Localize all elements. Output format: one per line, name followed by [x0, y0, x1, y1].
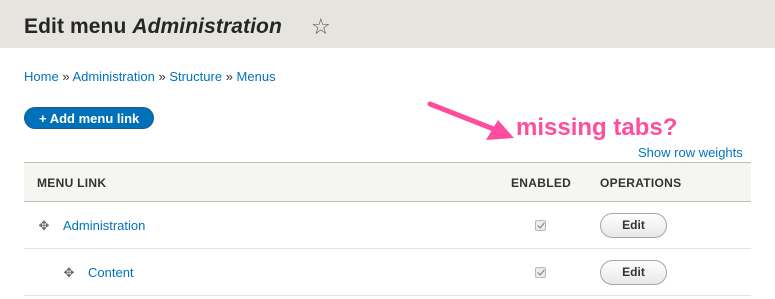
breadcrumb-separator: »: [225, 69, 233, 84]
page-title: Edit menu Administration: [24, 15, 282, 39]
enabled-checkbox[interactable]: [535, 220, 546, 231]
breadcrumb-menus[interactable]: Menus: [237, 69, 276, 84]
menu-link-administration[interactable]: Administration: [63, 218, 145, 233]
annotation-arrow-icon: [427, 101, 514, 140]
page-title-prefix: Edit menu: [24, 15, 133, 38]
show-row-weights-link[interactable]: Show row weights: [638, 145, 743, 160]
shortcut-star-icon[interactable]: ☆: [311, 16, 331, 38]
add-menu-link-button[interactable]: + Add menu link: [24, 107, 155, 129]
breadcrumb-administration[interactable]: Administration: [72, 69, 154, 84]
column-header-operations: OPERATIONS: [600, 176, 682, 190]
page-title-menu-name: Administration: [132, 15, 282, 38]
table-row: ✥ Administration Edit: [24, 202, 751, 249]
drag-handle-icon[interactable]: ✥: [62, 266, 76, 280]
table-header: MENU LINK ENABLED OPERATIONS: [24, 162, 751, 202]
drag-handle-icon[interactable]: ✥: [37, 219, 51, 233]
column-header-enabled: ENABLED: [511, 176, 572, 190]
edit-button[interactable]: Edit: [600, 260, 667, 285]
menu-link-content[interactable]: Content: [88, 265, 134, 280]
breadcrumb-separator: »: [158, 69, 166, 84]
breadcrumb-structure[interactable]: Structure: [169, 69, 222, 84]
breadcrumb-separator: »: [62, 69, 70, 84]
breadcrumb: Home » Administration » Structure » Menu…: [24, 69, 276, 84]
page-header: Edit menu Administration ☆: [0, 0, 775, 48]
annotation-text: missing tabs?: [516, 114, 678, 141]
edit-button[interactable]: Edit: [600, 213, 667, 238]
column-header-menu-link: MENU LINK: [37, 176, 107, 190]
breadcrumb-home[interactable]: Home: [24, 69, 59, 84]
table-row: ✥ Content Edit: [24, 249, 751, 296]
enabled-checkbox[interactable]: [535, 267, 546, 278]
